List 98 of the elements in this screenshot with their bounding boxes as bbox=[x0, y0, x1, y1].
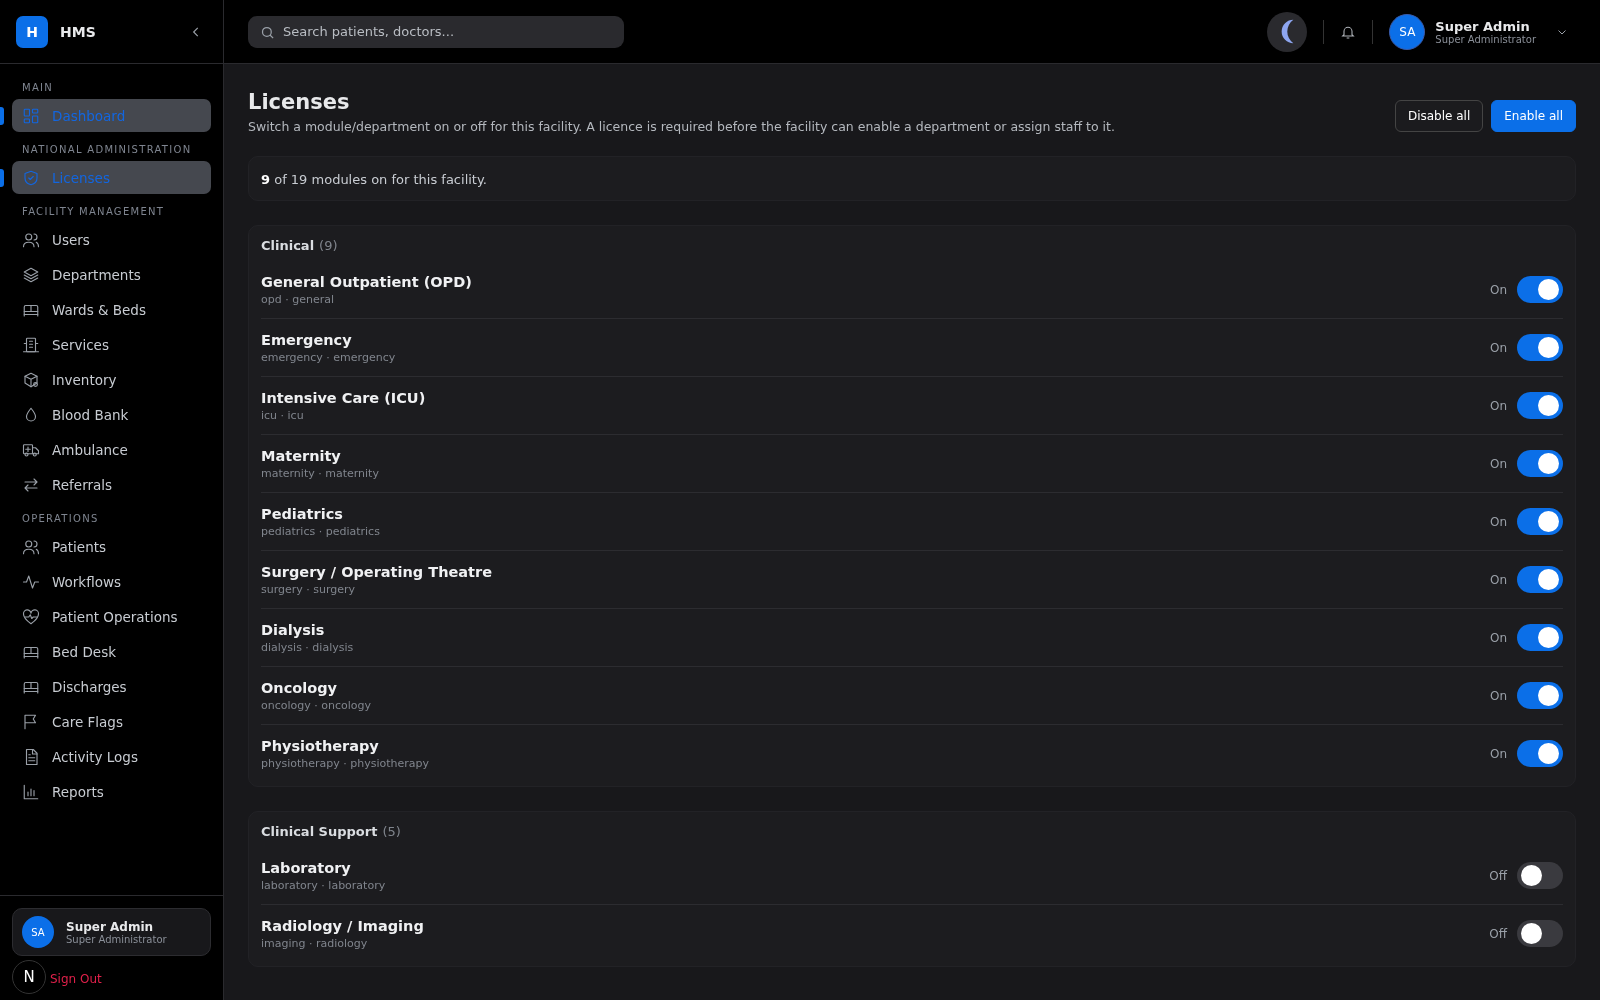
toggle-label: Off bbox=[1489, 868, 1507, 883]
moon-icon bbox=[1280, 19, 1294, 44]
disable-all-button[interactable]: Disable all bbox=[1394, 100, 1484, 132]
toggle-label: Off bbox=[1489, 926, 1507, 941]
avatar: SA bbox=[1389, 13, 1426, 50]
module-name: Radiology / Imaging bbox=[261, 917, 425, 934]
shield-icon bbox=[22, 168, 40, 187]
theme-toggle[interactable] bbox=[1267, 11, 1308, 52]
group-title: Clinical bbox=[261, 238, 315, 253]
user-menu[interactable]: SA Super Admin Super Administrator bbox=[1389, 13, 1568, 50]
section-title: FACILITY MANAGEMENT bbox=[21, 205, 166, 219]
user-name: Super Admin bbox=[1435, 18, 1531, 34]
brand-name: HMS bbox=[60, 23, 97, 40]
toggle-switch[interactable] bbox=[1517, 740, 1563, 767]
user-role: Super Administrator bbox=[1435, 33, 1536, 45]
module-tags: imaging · radiology bbox=[261, 936, 1490, 950]
group-count: (9) bbox=[319, 238, 338, 253]
module-tags: maternity · maternity bbox=[261, 466, 1490, 480]
toggle-label: On bbox=[1489, 514, 1507, 529]
module-tags: oncology · oncology bbox=[261, 698, 1490, 712]
nav-item[interactable]: Care Flags bbox=[12, 705, 211, 738]
nav-item[interactable]: Patients bbox=[12, 530, 211, 563]
module-tags: opd · general bbox=[261, 292, 1490, 306]
section-title: OPERATIONS bbox=[21, 512, 100, 526]
toggle-label: On bbox=[1489, 282, 1507, 297]
module-name: Surgery / Operating Theatre bbox=[261, 563, 493, 580]
logo: H bbox=[16, 15, 48, 48]
toggle-switch[interactable] bbox=[1517, 566, 1563, 593]
pulse-icon bbox=[22, 572, 40, 591]
toggle-label: On bbox=[1489, 688, 1507, 703]
group-title: Clinical Support bbox=[261, 824, 378, 839]
nav-item[interactable]: Blood Bank bbox=[12, 398, 211, 431]
module-name: Physiotherapy bbox=[261, 737, 380, 754]
grid-icon bbox=[22, 106, 40, 125]
nav-item[interactable]: Discharges bbox=[12, 670, 211, 703]
search-field[interactable]: Search patients, doctors... bbox=[248, 15, 624, 48]
toggle-switch[interactable] bbox=[1517, 392, 1563, 419]
toggle-label: On bbox=[1489, 746, 1507, 761]
toggle-label: On bbox=[1489, 456, 1507, 471]
nav-item[interactable]: Bed Desk bbox=[12, 635, 211, 668]
module-tags: pediatrics · pediatrics bbox=[261, 524, 1490, 538]
toggle-label: On bbox=[1489, 572, 1507, 587]
user-role: Super Administrator bbox=[66, 933, 167, 945]
module-tags: icu · icu bbox=[261, 408, 1490, 422]
module-name: Oncology bbox=[261, 679, 338, 696]
toggle-label: On bbox=[1489, 340, 1507, 355]
toggle-switch[interactable] bbox=[1517, 624, 1563, 651]
page-description: Switch a module/department on or off for this facility. A licence is required before the facility can enable a department or assign staff to it. bbox=[248, 119, 1115, 134]
nav-item[interactable]: Patient Operations bbox=[12, 600, 211, 633]
dev-badge[interactable]: N bbox=[12, 960, 46, 994]
nav-item[interactable]: Departments bbox=[12, 258, 211, 291]
package-icon bbox=[22, 370, 40, 389]
module-name: Emergency bbox=[261, 331, 353, 348]
toggle-switch[interactable] bbox=[1517, 450, 1563, 477]
nav-item[interactable]: Referrals bbox=[12, 468, 211, 501]
building-icon bbox=[22, 335, 40, 354]
enable-all-button[interactable]: Enable all bbox=[1491, 100, 1576, 132]
toggle-switch[interactable] bbox=[1517, 276, 1563, 303]
user-name: Super Admin bbox=[66, 919, 155, 934]
page-title: Licenses bbox=[248, 90, 351, 114]
module-name: Intensive Care (ICU) bbox=[261, 389, 427, 406]
module-tags: emergency · emergency bbox=[261, 350, 1490, 364]
toggle-switch[interactable] bbox=[1517, 862, 1563, 889]
sign-out-link[interactable]: Sign Out bbox=[50, 972, 102, 986]
toggle-switch[interactable] bbox=[1517, 920, 1563, 947]
toggle-label: On bbox=[1489, 398, 1507, 413]
nav-item[interactable]: Workflows bbox=[12, 565, 211, 598]
summary-text: 9 of 19 modules on for this facility. bbox=[261, 172, 487, 187]
module-name: Laboratory bbox=[261, 859, 352, 876]
module-tags: physiotherapy · physiotherapy bbox=[261, 756, 1490, 770]
toggle-switch[interactable] bbox=[1517, 334, 1563, 361]
module-tags: surgery · surgery bbox=[261, 582, 1490, 596]
module-name: General Outpatient (OPD) bbox=[261, 273, 473, 290]
nav-item[interactable]: Reports bbox=[12, 775, 211, 808]
heart-icon bbox=[22, 607, 40, 626]
toggle-label: On bbox=[1489, 630, 1507, 645]
nav-item[interactable]: Services bbox=[12, 328, 211, 361]
toggle-switch[interactable] bbox=[1517, 508, 1563, 535]
group-count: (5) bbox=[382, 824, 401, 839]
nav-item[interactable]: Users bbox=[12, 223, 211, 256]
toggle-switch[interactable] bbox=[1517, 682, 1563, 709]
module-name: Maternity bbox=[261, 447, 342, 464]
bar-chart-icon bbox=[22, 782, 40, 801]
module-tags: laboratory · laboratory bbox=[261, 878, 1490, 892]
users-icon bbox=[22, 230, 40, 249]
layers-icon bbox=[22, 265, 40, 284]
user-card[interactable]: SA Super Admin Super Administrator bbox=[12, 908, 211, 956]
nav-item[interactable]: Ambulance bbox=[12, 433, 211, 466]
nav-item[interactable]: Inventory bbox=[12, 363, 211, 396]
users-icon bbox=[22, 537, 40, 556]
nav-item[interactable]: Activity Logs bbox=[12, 740, 211, 773]
section-title: NATIONAL ADMINISTRATION bbox=[21, 143, 193, 157]
module-name: Pediatrics bbox=[261, 505, 344, 522]
avatar: SA bbox=[22, 916, 54, 948]
section-title: MAIN bbox=[21, 81, 55, 95]
module-tags: dialysis · dialysis bbox=[261, 640, 1490, 654]
module-name: Dialysis bbox=[261, 621, 326, 638]
nav-item[interactable]: Wards & Beds bbox=[12, 293, 211, 326]
